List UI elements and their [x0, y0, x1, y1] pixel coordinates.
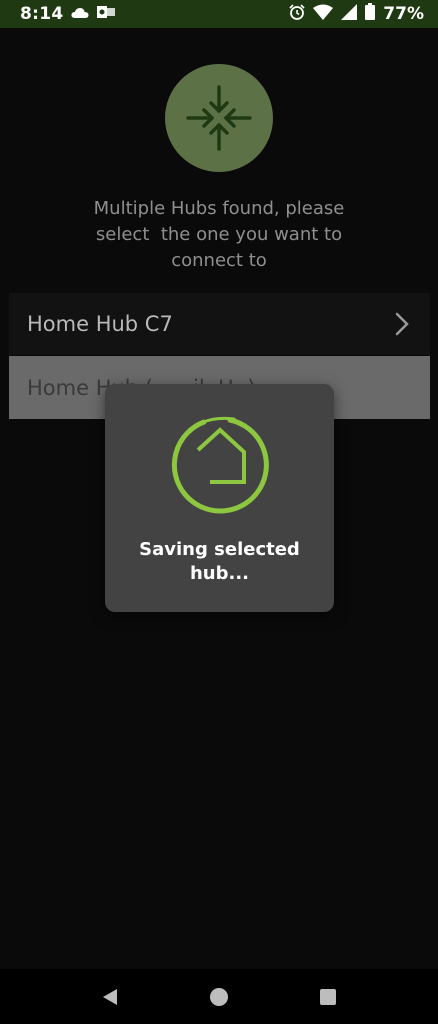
header-badge: [165, 64, 273, 172]
back-icon: [102, 988, 117, 1005]
home-button[interactable]: [199, 977, 239, 1017]
home-logo-icon: [168, 412, 272, 520]
back-button[interactable]: [90, 977, 130, 1017]
battery-percent: 77%: [383, 4, 424, 24]
prompt-line-2: select the one you want to: [95, 224, 343, 245]
chevron-right-icon: [395, 312, 409, 336]
prompt-line-3: connect to: [171, 250, 267, 271]
recents-button[interactable]: [308, 977, 348, 1017]
cloud-icon: [71, 4, 89, 24]
dialog-message: Saving selected hub...: [139, 539, 300, 584]
prompt-line-1: Multiple Hubs found, please: [93, 198, 345, 219]
saving-dialog: Saving selected hub...: [105, 384, 334, 612]
hub-item-label: Home Hub C7: [27, 312, 173, 336]
home-icon: [209, 987, 228, 1006]
outlook-icon: [97, 4, 116, 25]
collapse-arrows-icon: [186, 85, 252, 151]
navigation-bar: [0, 969, 438, 1024]
prompt-text: Multiple Hubs found, please select the o…: [40, 196, 398, 274]
status-time: 8:14: [20, 4, 64, 24]
status-bar: 8:14 77%: [0, 0, 438, 28]
signal-icon: [341, 3, 358, 25]
alarm-icon: [289, 3, 305, 25]
hub-item-home-hub-c7[interactable]: Home Hub C7: [9, 293, 430, 356]
status-right: 77%: [289, 3, 424, 25]
recents-icon: [320, 988, 337, 1005]
status-left: 8:14: [20, 4, 116, 25]
wifi-icon: [313, 4, 334, 25]
battery-icon: [365, 3, 376, 25]
